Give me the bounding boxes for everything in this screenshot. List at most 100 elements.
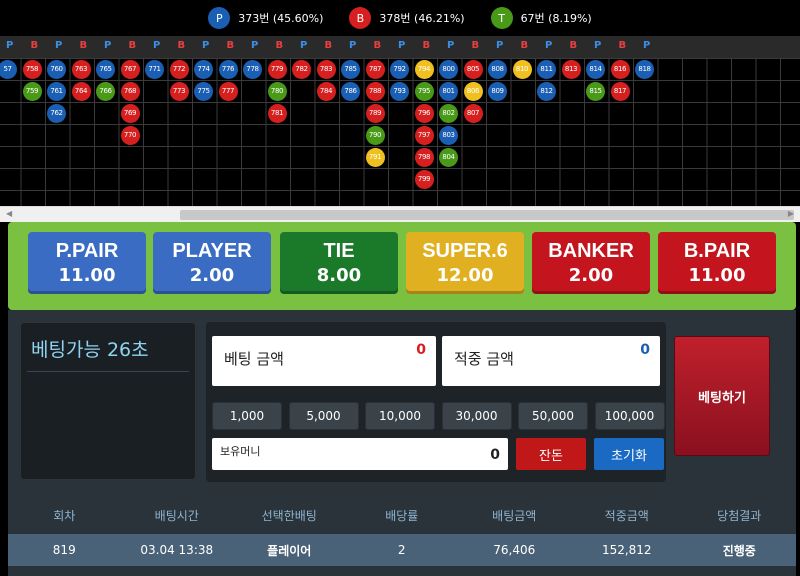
bet-amount-field[interactable]: 베팅 금액 0 [212,336,436,386]
bead-result: 761 [47,81,66,101]
bead-result: 785 [341,59,360,79]
table-header-cell: 배팅금액 [492,508,537,523]
bead-result: 786 [341,81,360,101]
scroll-thumb[interactable] [180,210,794,220]
bead-result: 797 [414,125,434,145]
stat-badge: T [490,7,513,29]
table-cell: 플레이어 [267,543,312,558]
bet-option-odds: 8.00 [316,265,362,286]
bet-option-odds: 12.00 [436,265,494,286]
bet-history-table: 회차 배팅시간 선택한배팅 배당률 배팅금액 적중금액 당첨결과 819 03.04 13:3… [8,496,796,576]
timer-box: 베팅가능 26초 [20,322,196,480]
win-amount-value: 0 [640,342,650,358]
table-footer [8,566,796,576]
bead-result: 801 [439,81,458,101]
bead-result: 788 [365,81,385,101]
road-header-letter: B [520,40,529,51]
stat-badge: B [349,7,372,29]
road-header-letter: B [128,40,137,51]
bead-result: 764 [71,81,91,101]
road-header-letter: B [618,40,627,51]
bead-result: 762 [47,103,66,123]
bead-result: 802 [439,103,458,123]
bet-option-banker[interactable]: BANKER 2.00 [532,232,650,294]
bead-result: 763 [71,59,91,79]
bead-result: 766 [96,81,115,101]
road-grid: 57 758 760 763 765 767 771 772 774 776 778 779 782 78… [0,58,800,206]
chip-button[interactable]: 100,000 [594,402,665,430]
table-header-cell: 배팅시간 [154,508,199,523]
road-header-letter: P [153,40,161,51]
bead-result: 769 [120,103,140,123]
bet-option-odds: 11.00 [58,265,116,286]
table-header-cell: 당첨결과 [717,508,762,523]
bead-result: 810 [512,59,532,79]
bead-result: 767 [120,59,140,79]
reset-button[interactable]: 초기화 [594,438,664,470]
bet-option-player[interactable]: PLAYER 2.00 [153,232,271,294]
road-header-letter: P [300,40,308,51]
bead-result: 774 [194,59,213,79]
road-header-letter: P [643,40,651,51]
bet-option-name: TIE [323,240,355,262]
chip-button[interactable]: 1,000 [212,402,282,430]
change-button[interactable]: 잔돈 [516,438,586,470]
bet-option-name: SUPER.6 [422,240,508,262]
bead-result: 775 [194,81,213,101]
road-header-letter: P [594,40,602,51]
place-bet-button[interactable]: 베팅하기 [674,336,770,456]
road-header-letter: P [6,40,14,51]
bet-option-super-6[interactable]: SUPER.6 12.00 [406,232,524,294]
table-cell: 2 [397,543,406,557]
chip-button[interactable]: 50,000 [518,402,588,430]
bead-result: 807 [463,103,483,123]
bead-result: 778 [243,59,262,79]
road-header-letter: B [422,40,431,51]
bead-result: 784 [316,81,336,101]
bet-option-odds: 2.00 [189,265,235,286]
bead-result: 780 [267,81,287,101]
bead-road: PBPBPBPBPBPBPBPBPBPBPBPBPBP 57 758 760 763 7… [0,36,800,206]
bet-option-b-pair[interactable]: B.PAIR 11.00 [658,232,776,294]
bead-result: 57 [0,59,17,79]
timer-divider [27,371,189,372]
wallet-label: 보유머니 [220,445,261,458]
bead-result: 805 [463,59,483,79]
scroll-left-icon[interactable]: ◀ [6,209,12,218]
bead-result: 790 [365,125,385,145]
road-header-letter: P [202,40,210,51]
road-scrollbar[interactable]: ◀ ▶ [0,206,800,222]
bead-result: 812 [537,81,556,101]
table-cell: 03.04 13:38 [140,543,214,557]
baccarat-betting-page: P 373번 (45.60%) B 378번 (46.21%) T 67번 (8.19%)… [0,0,800,576]
bead-result: 792 [390,59,409,79]
road-header-letter: B [30,40,39,51]
bet-option-p-pair[interactable]: P.PAIR 11.00 [28,232,146,294]
chip-button[interactable]: 30,000 [441,402,512,430]
scroll-right-icon[interactable]: ▶ [788,209,794,218]
chip-button[interactable]: 10,000 [365,402,435,430]
table-cell: 819 [52,543,76,557]
road-header: PBPBPBPBPBPBPBPBPBPBPBPBPBP [0,36,800,58]
stat-item: T 67번 (8.19%) [490,7,592,29]
bead-result: 811 [537,59,556,79]
road-header-letter: P [349,40,357,51]
road-header-letter: P [55,40,63,51]
bead-result: 783 [316,59,336,79]
bet-amount-label: 베팅 금액 [224,350,284,368]
bead-result: 796 [414,103,434,123]
chip-button[interactable]: 5,000 [288,402,359,430]
table-header-cell: 배당률 [385,508,419,523]
road-header-letter: P [447,40,455,51]
bead-result: 816 [610,59,630,79]
bead-result: 771 [145,59,164,79]
bead-result: 770 [120,125,140,145]
bet-option-name: PLAYER [172,240,252,262]
road-header-letter: B [177,40,186,51]
stat-text: 67번 (8.19%) [520,12,592,25]
bet-option-tie[interactable]: TIE 8.00 [280,232,398,294]
road-header-letter: P [104,40,112,51]
bead-result: 758 [22,59,42,79]
road-header-letter: P [545,40,553,51]
bead-result: 779 [267,59,287,79]
